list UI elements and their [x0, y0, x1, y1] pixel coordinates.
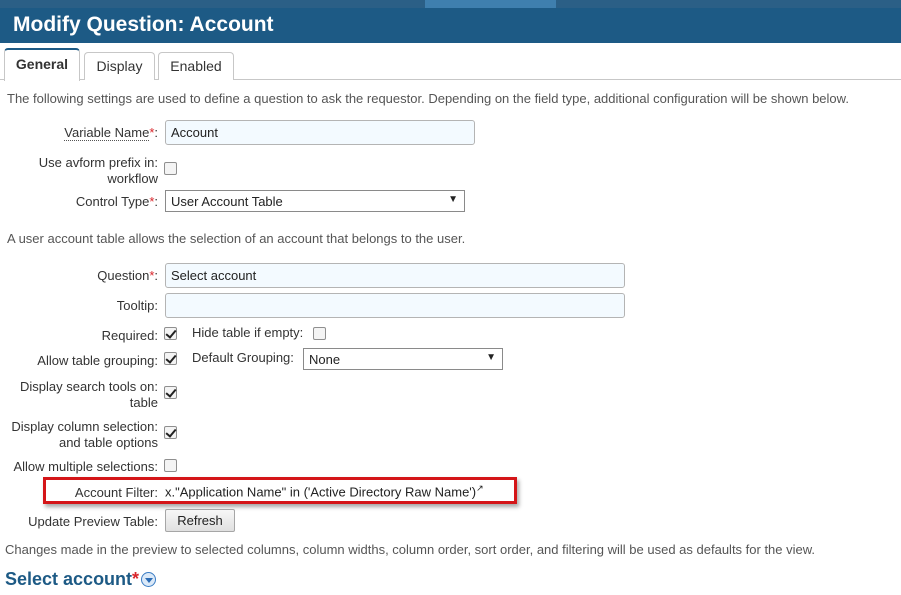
- required-checkbox[interactable]: [164, 327, 177, 340]
- column-selection-label: Display column selection: and table opti…: [0, 419, 158, 451]
- refresh-button[interactable]: Refresh: [165, 509, 235, 532]
- search-tools-label: Display search tools on: table: [0, 379, 158, 411]
- multiple-selections-label: Allow multiple selections:: [13, 459, 158, 474]
- control-description: A user account table allows the selectio…: [7, 231, 466, 246]
- default-grouping-select[interactable]: None ▼: [303, 348, 503, 370]
- tab-display[interactable]: Display: [84, 52, 155, 80]
- hide-if-empty-label: Hide table if empty:: [192, 325, 304, 340]
- dropdown-arrow-icon: ▼: [486, 352, 496, 363]
- column-selection-checkbox[interactable]: [164, 426, 177, 439]
- avform-prefix-label: Use avform prefix in: workflow: [0, 155, 158, 187]
- column-selection-label-line2: and table options: [58, 435, 158, 450]
- control-type-label-text: Control Type: [75, 194, 150, 209]
- allow-grouping-label: Allow table grouping:: [37, 353, 158, 368]
- top-strip-highlight: [425, 0, 556, 8]
- question-label-text: Question: [97, 268, 150, 283]
- preview-section-title-text: Select account: [5, 569, 133, 589]
- allow-grouping-checkbox[interactable]: [164, 352, 177, 365]
- top-strip: [0, 0, 901, 8]
- avform-prefix-label-line2: workflow: [107, 171, 158, 186]
- question-input[interactable]: [165, 263, 625, 288]
- hide-if-empty-checkbox[interactable]: [313, 327, 326, 340]
- page-title: Modify Question: Account: [0, 8, 901, 43]
- search-tools-checkbox[interactable]: [164, 386, 177, 399]
- account-filter-value[interactable]: x."Application Name" in ('Active Directo…: [165, 483, 484, 499]
- avform-prefix-label-line1: Use avform prefix in:: [38, 155, 158, 170]
- question-label: Question*:: [0, 268, 158, 284]
- label-colon: :: [154, 194, 158, 209]
- external-link-icon[interactable]: ↗: [476, 483, 484, 493]
- variable-name-label: Variable Name*:: [0, 125, 158, 141]
- preview-note: Changes made in the preview to selected …: [5, 542, 816, 557]
- control-type-select[interactable]: User Account Table ▼: [165, 190, 465, 212]
- tooltip-input[interactable]: [165, 293, 625, 318]
- variable-name-label-text: Variable Name: [64, 125, 150, 141]
- control-type-value: User Account Table: [171, 194, 283, 209]
- intro-text: The following settings are used to defin…: [7, 91, 849, 106]
- variable-name-input[interactable]: [165, 120, 475, 145]
- label-colon: :: [154, 268, 158, 283]
- default-grouping-value: None: [309, 352, 341, 367]
- multiple-selections-checkbox[interactable]: [164, 459, 177, 472]
- account-filter-text: x."Application Name" in ('Active Directo…: [165, 484, 477, 500]
- required-label: Required:: [101, 328, 158, 343]
- required-mark: *: [132, 569, 140, 589]
- column-selection-label-line1: Display column selection:: [11, 419, 158, 434]
- account-filter-label: Account Filter:: [74, 485, 158, 500]
- update-preview-label: Update Preview Table:: [28, 514, 158, 529]
- chevron-down-icon[interactable]: [141, 572, 156, 587]
- default-grouping-label: Default Grouping:: [192, 350, 294, 365]
- preview-section-title: Select account*: [5, 569, 139, 590]
- tab-general[interactable]: General: [4, 48, 80, 81]
- avform-prefix-checkbox[interactable]: [164, 162, 177, 175]
- tooltip-label: Tooltip:: [116, 298, 158, 313]
- dropdown-arrow-icon: ▼: [448, 194, 458, 205]
- search-tools-label-line1: Display search tools on:: [19, 379, 158, 394]
- search-tools-label-line2: table: [129, 395, 158, 410]
- control-type-label: Control Type*:: [0, 194, 158, 210]
- tab-enabled[interactable]: Enabled: [158, 52, 234, 80]
- tab-bar: General Display Enabled: [0, 43, 901, 81]
- label-colon: :: [154, 125, 158, 140]
